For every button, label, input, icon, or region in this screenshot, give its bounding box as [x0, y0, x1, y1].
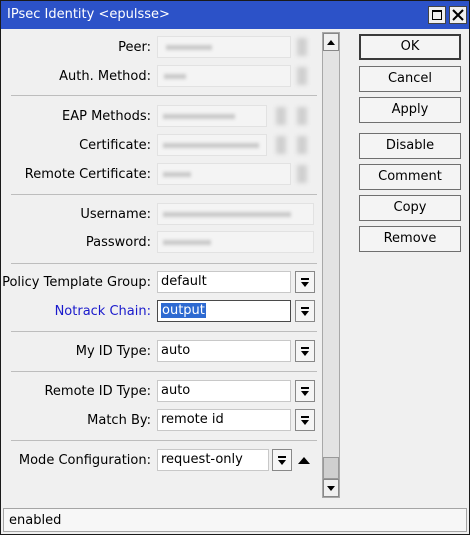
remote-certificate-dropdown-button[interactable]	[297, 165, 307, 183]
scroll-up-button[interactable]	[323, 33, 339, 51]
window-title: IPsec Identity <epulsse>	[7, 7, 170, 22]
dropdown-bar-icon	[301, 387, 309, 389]
remote-certificate-field[interactable]	[157, 163, 291, 185]
title-bar[interactable]: IPsec Identity <epulsse>	[1, 1, 469, 29]
policy-template-group-label: Policy Template Group:	[2, 275, 151, 290]
mode-configuration-label: Mode Configuration:	[18, 453, 151, 468]
apply-button[interactable]: Apply	[359, 97, 461, 123]
notrack-chain-field[interactable]: output	[157, 300, 291, 322]
policy-template-group-dropdown-button[interactable]	[295, 271, 315, 293]
dropdown-bar-icon	[301, 307, 309, 309]
match-by-field[interactable]: remote id	[157, 409, 291, 431]
remove-button[interactable]: Remove	[359, 226, 461, 252]
my-id-type-dropdown-button[interactable]	[295, 340, 315, 362]
restore-icon	[432, 10, 442, 20]
mode-configuration-field[interactable]: request-only	[157, 449, 269, 471]
cancel-button[interactable]: Cancel	[359, 66, 461, 92]
certificate-field[interactable]	[157, 134, 267, 156]
status-bar: enabled	[3, 508, 467, 532]
ok-button[interactable]: OK	[359, 34, 461, 60]
my-id-type-label: My ID Type:	[75, 344, 151, 359]
close-button[interactable]	[449, 6, 467, 24]
restore-button[interactable]	[428, 6, 446, 24]
copy-button[interactable]: Copy	[359, 195, 461, 221]
certificate-label: Certificate:	[79, 138, 151, 153]
match-by-label: Match By:	[87, 413, 151, 428]
separator	[11, 371, 317, 372]
mode-configuration-dropdown-button[interactable]	[272, 449, 292, 471]
dropdown-bar-icon	[301, 278, 309, 280]
dropdown-bar-icon	[301, 416, 309, 418]
notrack-chain-dropdown-button[interactable]	[295, 300, 315, 322]
chevron-down-icon	[301, 351, 309, 356]
notrack-chain-value: output	[161, 303, 206, 318]
scroll-thumb[interactable]	[323, 457, 339, 479]
ipsec-identity-window: IPsec Identity <epulsse> Peer: Auth. Met…	[0, 0, 470, 535]
separator	[11, 263, 317, 264]
chevron-down-icon	[301, 311, 309, 316]
comment-button[interactable]: Comment	[359, 164, 461, 190]
separator	[11, 194, 317, 195]
separator	[11, 440, 317, 441]
scroll-down-button[interactable]	[323, 479, 339, 497]
auth-method-label: Auth. Method:	[59, 69, 151, 84]
match-by-dropdown-button[interactable]	[295, 409, 315, 431]
eap-methods-label: EAP Methods:	[62, 109, 151, 124]
identity-form: Peer: Auth. Method: EAP Methods: Certifi…	[1, 29, 321, 506]
eap-methods-remove-button[interactable]	[297, 107, 307, 125]
remote-id-type-label: Remote ID Type:	[44, 384, 151, 399]
chevron-down-icon	[301, 282, 309, 287]
status-text: enabled	[9, 513, 62, 528]
chevron-down-icon	[278, 460, 286, 465]
certificate-remove-button[interactable]	[297, 136, 307, 154]
form-scrollbar[interactable]	[322, 32, 340, 498]
auth-method-field[interactable]	[157, 65, 291, 87]
separator	[11, 95, 317, 96]
username-label: Username:	[80, 207, 151, 222]
dropdown-bar-icon	[301, 347, 309, 349]
remote-id-type-dropdown-button[interactable]	[295, 380, 315, 402]
eap-methods-dropdown-button[interactable]	[276, 107, 286, 125]
eap-methods-field[interactable]	[157, 105, 267, 127]
chevron-down-icon	[301, 391, 309, 396]
collapse-up-icon[interactable]	[298, 457, 310, 464]
policy-template-group-field[interactable]: default	[157, 271, 291, 293]
auth-method-dropdown-button[interactable]	[297, 67, 307, 85]
remote-id-type-field[interactable]: auto	[157, 380, 291, 402]
peer-field[interactable]	[157, 36, 291, 58]
my-id-type-field[interactable]: auto	[157, 340, 291, 362]
disable-button[interactable]: Disable	[359, 133, 461, 159]
dropdown-bar-icon	[278, 456, 286, 458]
certificate-dropdown-button[interactable]	[276, 136, 286, 154]
close-icon	[452, 9, 464, 21]
chevron-down-icon	[301, 420, 309, 425]
peer-label: Peer:	[118, 40, 151, 55]
notrack-chain-label: Notrack Chain:	[54, 304, 151, 319]
password-label: Password:	[85, 235, 151, 250]
arrow-down-icon	[327, 486, 335, 491]
arrow-up-icon	[327, 40, 335, 45]
separator	[11, 331, 317, 332]
username-field[interactable]	[157, 203, 314, 225]
peer-dropdown-button[interactable]	[297, 38, 307, 56]
remote-certificate-label: Remote Certificate:	[24, 167, 151, 182]
password-field[interactable]	[157, 231, 314, 253]
